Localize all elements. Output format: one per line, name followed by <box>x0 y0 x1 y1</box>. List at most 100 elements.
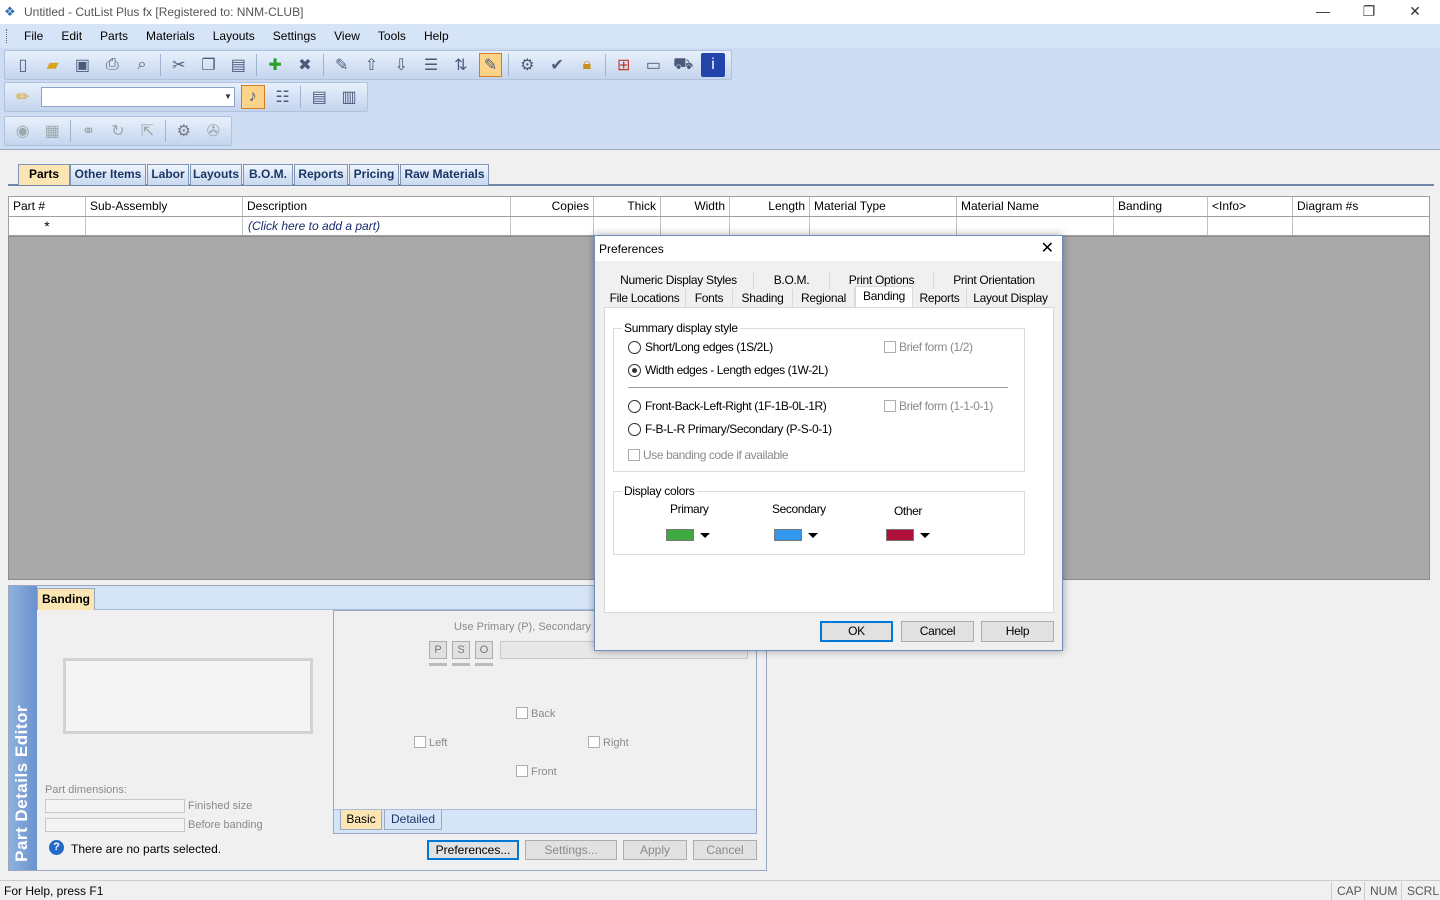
secondary-color-picker[interactable] <box>772 524 822 546</box>
cell-thick[interactable] <box>594 217 661 235</box>
menu-settings[interactable]: Settings <box>264 25 325 47</box>
edge-back[interactable]: Back <box>516 707 555 720</box>
tab-banding[interactable]: Banding <box>37 588 95 610</box>
move-down-icon[interactable]: ⇩ <box>389 53 413 77</box>
tab-file-locations[interactable]: File Locations <box>604 289 686 307</box>
cell-length[interactable] <box>730 217 810 235</box>
option-width-length-edges[interactable]: Width edges - Length edges (1W-2L) <box>628 363 828 377</box>
primary-button[interactable]: P <box>429 641 447 659</box>
col-material-name[interactable]: Material Name <box>957 197 1114 216</box>
edge-right[interactable]: Right <box>588 736 629 749</box>
paste-icon[interactable]: ▤ <box>226 53 250 77</box>
cell-sub-assembly[interactable] <box>86 217 243 235</box>
col-width[interactable]: Width <box>661 197 730 216</box>
menu-view[interactable]: View <box>325 25 369 47</box>
part-filter-combo[interactable]: ▼ <box>40 87 235 107</box>
part-editor-cancel-button[interactable]: Cancel <box>693 840 757 860</box>
menu-edit[interactable]: Edit <box>52 25 91 47</box>
option-front-back-left-right[interactable]: Front-Back-Left-Right (1F-1B-0L-1R) <box>628 399 827 413</box>
option-fblr-primary-secondary[interactable]: F-B-L-R Primary/Secondary (P-S-0-1) <box>628 422 832 436</box>
document-icon[interactable]: ▭ <box>642 53 666 77</box>
brief-form-1-checkbox[interactable] <box>884 341 896 353</box>
col-copies[interactable]: Copies <box>511 197 594 216</box>
refresh-icon[interactable]: ↻ <box>106 119 129 143</box>
apply-button[interactable]: Apply <box>623 840 687 860</box>
list-view-icon[interactable]: ☷ <box>271 85 295 109</box>
pencil-icon[interactable]: ✏ <box>11 85 35 109</box>
secondary-button[interactable]: S <box>452 641 470 659</box>
cell-width[interactable] <box>661 217 730 235</box>
other-color-picker[interactable] <box>884 524 934 546</box>
left-checkbox[interactable] <box>414 736 426 748</box>
open-folder-icon[interactable]: ▰ <box>41 53 65 77</box>
link-icon[interactable]: ⚭ <box>77 119 100 143</box>
short-long-radio[interactable] <box>628 341 641 354</box>
back-checkbox[interactable] <box>516 707 528 719</box>
option-brief-form-2[interactable]: Brief form (1-1-0-1) <box>884 399 993 413</box>
tab-labor[interactable]: Labor <box>147 164 189 185</box>
restore-button[interactable]: ❐ <box>1346 0 1392 24</box>
tab-numeric-display-styles[interactable]: Numeric Display Styles <box>604 271 754 289</box>
tab-bom-prefs[interactable]: B.O.M. <box>754 271 830 289</box>
before-banding-field[interactable] <box>45 818 185 832</box>
col-diagram-numbers[interactable]: Diagram #s <box>1293 197 1429 216</box>
edge-left[interactable]: Left <box>414 736 447 749</box>
option-short-long-edges[interactable]: Short/Long edges (1S/2L) <box>628 340 773 354</box>
col-description[interactable]: Description <box>243 197 511 216</box>
print-icon[interactable]: ⎙ <box>100 53 124 77</box>
tab-print-orientation[interactable]: Print Orientation <box>934 271 1054 289</box>
edge-front[interactable]: Front <box>516 765 557 778</box>
new-file-icon[interactable]: ▯ <box>11 53 35 77</box>
cell-copies[interactable] <box>511 217 594 235</box>
tab-pricing[interactable]: Pricing <box>349 164 399 185</box>
delete-part-icon[interactable]: ✖ <box>293 53 317 77</box>
info-icon[interactable]: i <box>701 53 725 77</box>
settings-button[interactable]: Settings... <box>525 840 617 860</box>
menu-materials[interactable]: Materials <box>137 25 204 47</box>
menu-parts[interactable]: Parts <box>91 25 137 47</box>
edit-part-icon[interactable]: ✎ <box>330 53 354 77</box>
add-part-icon[interactable]: ✚ <box>263 53 287 77</box>
part-details-editor-icon[interactable]: ✎ <box>478 53 503 77</box>
cell-material-type[interactable] <box>810 217 957 235</box>
add-part-hint[interactable]: (Click here to add a part) <box>243 217 511 235</box>
close-button[interactable]: ✕ <box>1392 0 1438 24</box>
use-banding-code-checkbox[interactable] <box>628 449 640 461</box>
ok-button[interactable]: OK <box>820 621 893 642</box>
front-checkbox[interactable] <box>516 765 528 777</box>
dialog-close-icon[interactable]: ✕ <box>1041 238 1054 258</box>
option-brief-form-1[interactable]: Brief form (1/2) <box>884 340 973 354</box>
width-length-radio[interactable] <box>628 364 641 377</box>
lock-icon[interactable]: 🔒︎ <box>575 53 599 77</box>
tab-parts[interactable]: Parts <box>18 164 70 185</box>
copy-icon[interactable]: ❐ <box>197 53 221 77</box>
settings-gear-icon[interactable]: ⚙ <box>172 119 195 143</box>
tab-shading[interactable]: Shading <box>733 289 793 307</box>
cell-material-name[interactable] <box>957 217 1114 235</box>
brief-form-2-checkbox[interactable] <box>884 400 896 412</box>
menu-tools[interactable]: Tools <box>369 25 415 47</box>
new-part-row[interactable]: * (Click here to add a part) <box>8 217 1430 236</box>
option-use-banding-code[interactable]: Use banding code if available <box>628 448 789 462</box>
tab-regional[interactable]: Regional <box>793 289 855 307</box>
sort-icon[interactable]: ⇅ <box>449 53 473 77</box>
menu-layouts[interactable]: Layouts <box>204 25 264 47</box>
tab-detailed[interactable]: Detailed <box>384 810 442 830</box>
col-length[interactable]: Length <box>730 197 810 216</box>
print-preview-icon[interactable]: ⌕ <box>130 53 154 77</box>
tab-reports-prefs[interactable]: Reports <box>913 289 967 307</box>
save-icon[interactable]: ▣ <box>71 53 95 77</box>
play-icon[interactable]: ◉ <box>11 119 34 143</box>
report-icon[interactable]: ▤ <box>307 85 331 109</box>
tab-layouts[interactable]: Layouts <box>190 164 242 185</box>
move-up-icon[interactable]: ⇧ <box>360 53 384 77</box>
options-icon[interactable]: ⚙ <box>515 53 539 77</box>
cell-diagram-numbers[interactable] <box>1293 217 1429 235</box>
tab-basic[interactable]: Basic <box>340 810 382 830</box>
truck-icon[interactable]: ⛟ <box>671 53 695 77</box>
cell-banding[interactable] <box>1114 217 1208 235</box>
cut-icon[interactable]: ✂ <box>167 53 191 77</box>
menu-file[interactable]: File <box>15 25 52 47</box>
db-icon[interactable]: ▦ <box>40 119 63 143</box>
wrench-icon[interactable]: ✇ <box>202 119 225 143</box>
